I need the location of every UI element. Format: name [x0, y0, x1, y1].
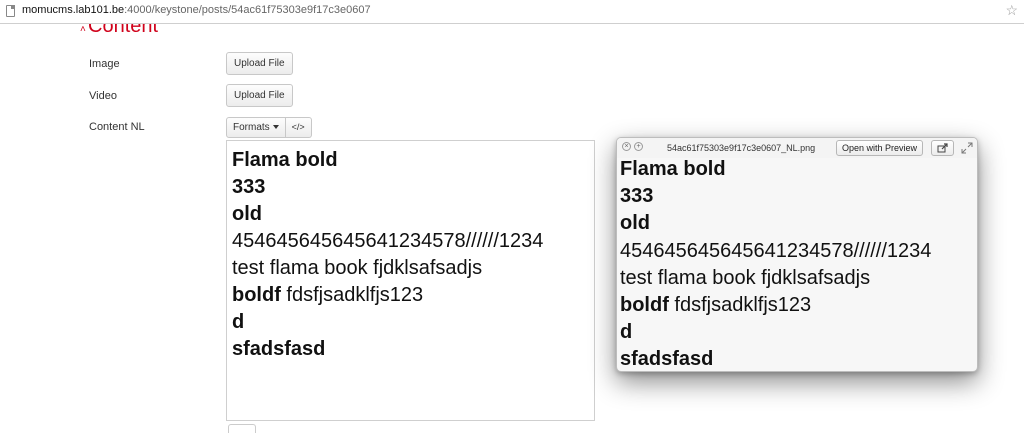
preview-content: Flama bold 333 old 454645645645641234578///… [620, 156, 931, 371]
editor-content: Flama bold 333 old 454645645645641234578///… [232, 147, 543, 363]
text-line: 333 [620, 183, 931, 210]
bold-text: old [232, 203, 262, 225]
video-upload-button[interactable]: Upload File [226, 84, 293, 107]
bold-text: sfadsfasd [620, 348, 714, 371]
expand-icon[interactable] [961, 142, 973, 154]
code-view-button[interactable]: </> [285, 117, 312, 138]
url-host: momucms.lab101.be [22, 4, 125, 16]
text-line: d [232, 309, 543, 336]
normal-text: 454645645645641234578//////1234 [232, 230, 544, 252]
text-line: 454645645645641234578//////1234 [232, 228, 543, 255]
text-line: test flama book fjdklsafsadjs [232, 255, 543, 282]
bold-text: sfadsfasd [232, 338, 326, 360]
text-line: old [232, 201, 543, 228]
bold-text: d [620, 321, 633, 344]
text-line: d [620, 319, 931, 346]
url-text[interactable]: momucms.lab101.be:4000/keystone/posts/54… [22, 4, 371, 16]
quicklook-preview-window[interactable]: × + 54ac61f75303e9f17c3e0607_NL.png Open… [616, 137, 978, 372]
editor-toolbar: Formats </> [226, 117, 312, 138]
formats-label: Formats [233, 122, 270, 133]
fullscreen-icon[interactable]: + [634, 142, 643, 151]
text-line: sfadsfasd [620, 346, 931, 371]
bookmark-star-icon[interactable]: ☆ [1005, 2, 1018, 19]
section-heading-wrap: ˄ Content [80, 24, 280, 38]
bold-text: boldf [620, 294, 669, 317]
bold-text: d [232, 311, 245, 333]
video-label: Video [89, 90, 117, 102]
bold-text: 333 [620, 185, 654, 208]
normal-text: test flama book fjdklsafsadjs [620, 266, 871, 289]
normal-text: fdsfjsadklfjs123 [280, 284, 424, 306]
text-line: 454645645645641234578//////1234 [620, 238, 931, 265]
bold-text: Flama bold [620, 158, 726, 180]
close-icon[interactable]: × [622, 142, 631, 151]
bold-text: 333 [232, 176, 266, 198]
partial-button[interactable] [228, 424, 256, 433]
bold-text: boldf [232, 284, 281, 306]
share-icon [937, 143, 948, 153]
text-line: old [620, 210, 931, 237]
caret-down-icon [272, 125, 279, 130]
normal-text: 454645645645641234578//////1234 [620, 239, 932, 262]
text-line: Flama bold [620, 156, 931, 183]
text-line: sfadsfasd [232, 336, 543, 363]
address-bar[interactable]: momucms.lab101.be:4000/keystone/posts/54… [0, 0, 1024, 24]
bold-text: Flama bold [232, 149, 338, 171]
text-line: Flama bold [232, 147, 543, 174]
preview-filename: 54ac61f75303e9f17c3e0607_NL.png [667, 143, 816, 153]
text-line: 333 [232, 174, 543, 201]
normal-text: fdsfjsadklfjs123 [668, 294, 812, 317]
share-button[interactable] [931, 140, 954, 156]
content-editor[interactable]: Flama bold 333 old 454645645645641234578///… [226, 140, 595, 421]
text-line: boldf fdsfjsadklfjs123 [620, 292, 931, 319]
normal-text: test flama book fjdklsafsadjs [232, 257, 483, 279]
collapse-mark-icon: ˄ [80, 24, 86, 35]
bold-text: old [620, 212, 650, 235]
url-path: :4000/keystone/posts/54ac61f75303e9f17c3… [124, 4, 371, 16]
formats-dropdown[interactable]: Formats [226, 117, 286, 138]
image-label: Image [89, 58, 120, 70]
text-line: test flama book fjdklsafsadjs [620, 265, 931, 292]
open-with-preview-button[interactable]: Open with Preview [836, 140, 924, 156]
text-line: boldf fdsfjsadklfjs123 [232, 282, 543, 309]
page-icon [6, 5, 15, 17]
section-heading: Content [88, 24, 159, 37]
content-nl-label: Content NL [89, 121, 145, 133]
image-upload-button[interactable]: Upload File [226, 52, 293, 75]
preview-titlebar: × + 54ac61f75303e9f17c3e0607_NL.png Open… [617, 138, 977, 158]
